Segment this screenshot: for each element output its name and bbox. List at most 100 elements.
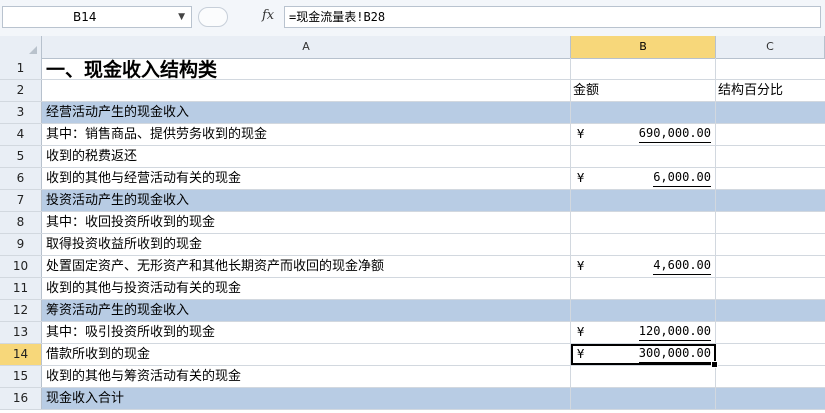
cell-c[interactable]: [716, 124, 825, 145]
cell-c[interactable]: [716, 388, 825, 409]
cell-a[interactable]: 一、现金收入结构类: [42, 58, 571, 81]
cell-c[interactable]: [716, 212, 825, 233]
row-header[interactable]: 4: [0, 124, 42, 145]
cell-b[interactable]: 金额: [571, 80, 716, 101]
row-header[interactable]: 8: [0, 212, 42, 233]
formula-bar: B14 ▼ fx =现金流量表!B28: [0, 0, 825, 37]
row-header[interactable]: 11: [0, 278, 42, 299]
active-cell-b[interactable]: ¥300,000.00: [571, 344, 718, 368]
row-header[interactable]: 7: [0, 190, 42, 211]
cell-c[interactable]: [716, 322, 825, 343]
cell-b[interactable]: [571, 388, 716, 409]
cell-a[interactable]: 其中：销售商品、提供劳务收到的现金: [42, 124, 571, 145]
cell-b[interactable]: [571, 190, 716, 211]
cell-c[interactable]: [716, 146, 825, 167]
currency-symbol: ¥: [577, 171, 585, 185]
cell-c[interactable]: [716, 102, 825, 123]
cell-a[interactable]: 收到的其他与经营活动有关的现金: [42, 168, 571, 189]
cell-b[interactable]: [571, 102, 716, 123]
cell-c[interactable]: [716, 58, 825, 79]
cell-c[interactable]: [716, 256, 825, 277]
cell-b[interactable]: [571, 146, 716, 167]
row-header[interactable]: 5: [0, 146, 42, 167]
cell-c[interactable]: [716, 234, 825, 255]
table-row: 14 借款所收到的现金 ¥300,000.00: [0, 344, 825, 368]
currency-symbol: ¥: [577, 347, 585, 361]
select-all-button[interactable]: [0, 36, 42, 58]
cell-b[interactable]: [571, 212, 716, 233]
table-row: 3 经营活动产生的现金收入: [0, 102, 825, 124]
fill-handle[interactable]: [711, 361, 718, 368]
cell-a[interactable]: [42, 80, 571, 101]
cell-c[interactable]: 结构百分比: [716, 80, 825, 101]
cell-c[interactable]: [716, 300, 825, 321]
amount-value: 120,000.00: [638, 322, 711, 341]
row-header[interactable]: 12: [0, 300, 42, 321]
currency-symbol: ¥: [577, 325, 585, 339]
chevron-down-icon[interactable]: ▼: [178, 7, 185, 27]
insert-function-icon[interactable]: fx: [262, 8, 274, 23]
cell-c[interactable]: [716, 168, 825, 189]
table-row: 13 其中：吸引投资所收到的现金 ¥120,000.00: [0, 322, 825, 344]
select-all-triangle-icon: [29, 46, 37, 54]
row-header[interactable]: 15: [0, 366, 42, 387]
formula-input[interactable]: =现金流量表!B28: [284, 6, 821, 28]
column-header-b[interactable]: B: [571, 36, 716, 58]
row-header[interactable]: 3: [0, 102, 42, 123]
table-row: 8 其中：收回投资所收到的现金: [0, 212, 825, 234]
table-row: 5 收到的税费返还: [0, 146, 825, 168]
cell-a[interactable]: 现金收入合计: [42, 388, 571, 409]
cell-b[interactable]: ¥690,000.00: [571, 124, 716, 145]
cell-a[interactable]: 投资活动产生的现金收入: [42, 190, 571, 211]
row-header[interactable]: 10: [0, 256, 42, 277]
column-header-a[interactable]: A: [42, 36, 571, 58]
table-row: 2 金额 结构百分比: [0, 80, 825, 102]
amount-value: 6,000.00: [653, 168, 711, 187]
row-header[interactable]: 2: [0, 80, 42, 101]
cell-b[interactable]: ¥6,000.00: [571, 168, 716, 189]
row-header[interactable]: 9: [0, 234, 42, 255]
row-header[interactable]: 6: [0, 168, 42, 189]
table-row: 10 处置固定资产、无形资产和其他长期资产而收回的现金净额 ¥4,600.00: [0, 256, 825, 278]
formula-bar-resize-handle[interactable]: [198, 7, 228, 27]
cell-b[interactable]: [571, 300, 716, 321]
table-row: 11 收到的其他与投资活动有关的现金: [0, 278, 825, 300]
name-box-value: B14: [73, 10, 97, 24]
amount-value: 4,600.00: [653, 256, 711, 275]
cell-a[interactable]: 经营活动产生的现金收入: [42, 102, 571, 123]
row-header[interactable]: 16: [0, 388, 42, 409]
table-row: 9 取得投资收益所收到的现金: [0, 234, 825, 256]
name-box[interactable]: B14 ▼: [2, 6, 192, 28]
cell-a[interactable]: 筹资活动产生的现金收入: [42, 300, 571, 321]
currency-symbol: ¥: [577, 127, 585, 141]
column-header-bar: A B C: [0, 36, 825, 59]
column-header-c[interactable]: C: [716, 36, 825, 58]
cell-a[interactable]: 其中：收回投资所收到的现金: [42, 212, 571, 233]
cell-c[interactable]: [716, 366, 825, 387]
amount-value: 300,000.00: [638, 344, 711, 363]
table-row: 6 收到的其他与经营活动有关的现金 ¥6,000.00: [0, 168, 825, 190]
row-header[interactable]: 13: [0, 322, 42, 343]
row-header[interactable]: 14: [0, 344, 42, 365]
cell-a[interactable]: 收到的税费返还: [42, 146, 571, 167]
cell-b[interactable]: [571, 366, 716, 387]
table-row: 16 现金收入合计: [0, 388, 825, 410]
cell-c[interactable]: [716, 344, 825, 365]
cell-a[interactable]: 收到的其他与投资活动有关的现金: [42, 278, 571, 299]
cell-b[interactable]: [571, 58, 716, 79]
cell-b[interactable]: ¥120,000.00: [571, 322, 716, 343]
cell-a[interactable]: 处置固定资产、无形资产和其他长期资产而收回的现金净额: [42, 256, 571, 277]
amount-value: 690,000.00: [638, 124, 711, 143]
cell-a[interactable]: 借款所收到的现金: [42, 344, 571, 365]
cell-a[interactable]: 其中：吸引投资所收到的现金: [42, 322, 571, 343]
table-row: 15 收到的其他与筹资活动有关的现金: [0, 366, 825, 388]
cell-b[interactable]: ¥4,600.00: [571, 256, 716, 277]
cell-b[interactable]: [571, 278, 716, 299]
cell-a[interactable]: 取得投资收益所收到的现金: [42, 234, 571, 255]
row-header[interactable]: 1: [0, 58, 42, 79]
cell-a[interactable]: 收到的其他与筹资活动有关的现金: [42, 366, 571, 387]
cell-c[interactable]: [716, 190, 825, 211]
spreadsheet-window: B14 ▼ fx =现金流量表!B28 A B C 1 一、现金收入结构类 2 金额结…: [0, 0, 825, 413]
cell-b[interactable]: [571, 234, 716, 255]
cell-c[interactable]: [716, 278, 825, 299]
